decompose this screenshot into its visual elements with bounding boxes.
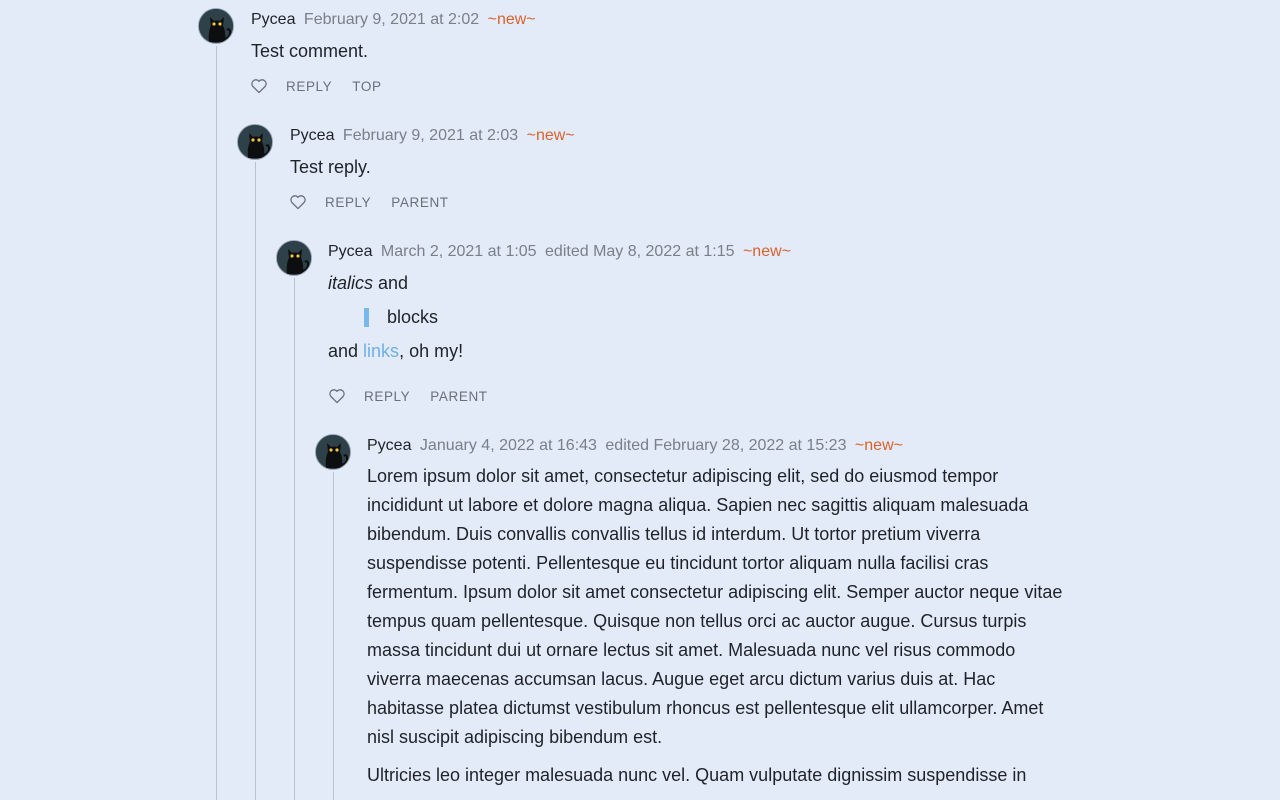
author-name[interactable]: Pycea [290, 127, 334, 144]
avatar[interactable] [198, 8, 234, 44]
comment-date[interactable]: January 4, 2022 at 16:43 [420, 437, 597, 454]
black-cat-avatar-icon [238, 125, 272, 159]
heart-outline-icon[interactable] [328, 388, 346, 404]
comment-text: Test reply. [290, 157, 371, 177]
reply-button[interactable]: REPLY [325, 195, 371, 210]
links-link[interactable]: links [363, 341, 399, 361]
italic-text: italics [328, 273, 374, 293]
parent-button[interactable]: PARENT [391, 195, 448, 210]
comment-date[interactable]: February 9, 2021 at 2:03 [343, 127, 518, 144]
comment-actions: REPLY PARENT [289, 194, 469, 210]
comment-body: Test reply. [290, 153, 371, 182]
comment-thread: Pycea February 9, 2021 at 2:02 ~new~ Tes… [0, 0, 1280, 800]
heart-outline-icon[interactable] [250, 78, 268, 94]
reply-button[interactable]: REPLY [286, 79, 332, 94]
reply-button[interactable]: REPLY [364, 389, 410, 404]
comment-meta: Pycea January 4, 2022 at 16:43 edited Fe… [367, 436, 903, 456]
black-cat-avatar-icon [199, 9, 233, 43]
comment-actions: REPLY TOP [250, 78, 402, 94]
author-name[interactable]: Pycea [251, 11, 295, 28]
edited-date: edited May 8, 2022 at 1:15 [545, 243, 735, 260]
thread-line[interactable] [333, 472, 334, 800]
body-text: , oh my! [399, 341, 464, 361]
edited-date: edited February 28, 2022 at 15:23 [605, 437, 847, 454]
comment-body: Lorem ipsum dolor sit amet, consectetur … [367, 462, 1067, 790]
comment-actions: REPLY PARENT [328, 388, 508, 404]
comment-date[interactable]: March 2, 2021 at 1:05 [381, 243, 537, 260]
avatar[interactable] [315, 434, 351, 470]
comment-body: italics and blocks and links, oh my! [328, 269, 463, 366]
parent-button[interactable]: PARENT [430, 389, 487, 404]
black-cat-avatar-icon [316, 435, 350, 469]
comment-meta: Pycea February 9, 2021 at 2:02 ~new~ [251, 10, 536, 30]
comment-text: italics and [328, 269, 463, 298]
new-badge: ~new~ [526, 127, 575, 144]
body-text: and [373, 273, 409, 293]
quote-text: blocks [387, 307, 439, 327]
thread-line[interactable] [294, 278, 295, 800]
comment-paragraph: Lorem ipsum dolor sit amet, consectetur … [367, 466, 1063, 747]
black-cat-avatar-icon [277, 241, 311, 275]
top-button[interactable]: TOP [352, 79, 381, 94]
new-badge: ~new~ [742, 243, 791, 260]
comment-meta: Pycea February 9, 2021 at 2:03 ~new~ [290, 126, 575, 146]
body-text: and [328, 341, 364, 361]
author-name[interactable]: Pycea [328, 243, 372, 260]
new-badge: ~new~ [854, 437, 903, 454]
thread-line[interactable] [216, 46, 217, 800]
thread-line[interactable] [255, 162, 256, 800]
comment-text: and links, oh my! [328, 337, 463, 366]
heart-outline-icon[interactable] [289, 194, 307, 210]
new-badge: ~new~ [487, 11, 536, 28]
avatar[interactable] [237, 124, 273, 160]
blockquote: blocks [364, 308, 463, 327]
author-name[interactable]: Pycea [367, 437, 411, 454]
avatar[interactable] [276, 240, 312, 276]
comment-meta: Pycea March 2, 2021 at 1:05 edited May 8… [328, 242, 791, 262]
comment-body: Test comment. [251, 37, 368, 66]
comment-date[interactable]: February 9, 2021 at 2:02 [304, 11, 479, 28]
comment-text: Test comment. [251, 41, 369, 61]
comment-paragraph: Ultricies leo integer malesuada nunc vel… [367, 765, 1027, 785]
